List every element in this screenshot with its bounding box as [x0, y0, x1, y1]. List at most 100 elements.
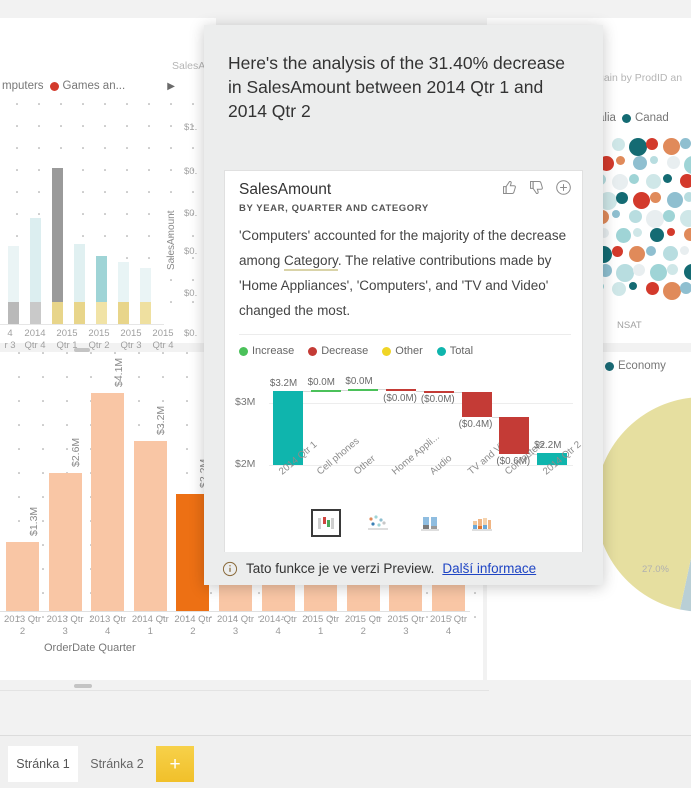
bubble[interactable]	[650, 156, 658, 164]
bubble[interactable]	[684, 192, 691, 202]
legend-item-decrease[interactable]: Decrease	[308, 345, 368, 357]
bubble[interactable]	[616, 156, 625, 165]
data-label: $3.2M	[269, 378, 298, 390]
bubble[interactable]	[629, 174, 639, 184]
bubble[interactable]	[680, 174, 691, 188]
bubble[interactable]	[629, 246, 645, 262]
bar[interactable]	[52, 302, 63, 324]
column-chart-type-button[interactable]	[417, 511, 443, 535]
bubble[interactable]	[650, 264, 667, 281]
bubble[interactable]	[680, 282, 691, 294]
thumbs-up-icon[interactable]	[501, 179, 518, 196]
bar[interactable]	[133, 440, 167, 611]
visual-title-top-left: SalesA	[172, 60, 206, 72]
preview-learn-more-link[interactable]: Další informace	[442, 561, 536, 576]
add-page-button[interactable]: +	[156, 746, 194, 782]
card-body-keyword[interactable]: Category	[284, 253, 338, 271]
page-tab-2[interactable]: Stránka 2	[82, 746, 152, 782]
card-body: 'Computers' accounted for the majority o…	[239, 223, 573, 323]
bar[interactable]	[30, 302, 41, 324]
legend-item-games[interactable]: Games an...	[49, 80, 125, 92]
bubble[interactable]	[616, 264, 634, 282]
bottom-right-legend: Economy	[605, 360, 666, 372]
bubble[interactable]	[667, 192, 683, 208]
bubble[interactable]	[616, 192, 628, 204]
scrollbar-track-bottom	[0, 690, 489, 691]
bubble[interactable]	[633, 192, 650, 209]
bar[interactable]	[52, 168, 63, 302]
bubble[interactable]	[629, 138, 647, 156]
bubble[interactable]	[650, 228, 664, 242]
waterfall-bar[interactable]	[386, 389, 417, 392]
bubble[interactable]	[663, 246, 678, 261]
bar[interactable]	[74, 244, 85, 302]
bubble[interactable]	[680, 210, 691, 227]
bubble[interactable]	[612, 174, 628, 190]
bubble[interactable]	[612, 282, 626, 296]
bubble[interactable]	[646, 174, 661, 189]
bar[interactable]	[140, 268, 151, 302]
chevron-right-icon[interactable]: ▶	[167, 81, 175, 92]
bubble[interactable]	[612, 246, 623, 257]
ribbon-chart-type-button[interactable]	[469, 511, 495, 535]
thumbs-down-icon[interactable]	[528, 179, 545, 196]
bubble[interactable]	[684, 156, 691, 174]
bubble[interactable]	[612, 138, 625, 151]
bubble[interactable]	[646, 210, 664, 228]
bubble[interactable]	[629, 282, 637, 290]
legend-item-increase[interactable]: Increase	[239, 345, 294, 357]
plus-circle-icon[interactable]	[555, 179, 572, 196]
bubble[interactable]	[646, 282, 659, 295]
bubble[interactable]	[680, 246, 689, 255]
bubble[interactable]	[616, 228, 631, 243]
page-tab-1[interactable]: Stránka 1	[8, 746, 78, 782]
bar[interactable]	[96, 302, 107, 324]
bubble[interactable]	[633, 156, 647, 170]
bubble[interactable]	[646, 138, 658, 150]
bar[interactable]	[30, 218, 41, 302]
bubble[interactable]	[646, 246, 656, 256]
bubble[interactable]	[633, 228, 642, 237]
bar[interactable]	[91, 392, 125, 611]
bubble[interactable]	[680, 138, 691, 149]
legend-item-computers[interactable]: mputers	[2, 80, 44, 92]
legend-item-canada[interactable]: Canad	[621, 112, 669, 124]
bar[interactable]	[96, 256, 107, 302]
legend-item-other[interactable]: Other	[382, 345, 423, 357]
bubble[interactable]	[663, 138, 680, 155]
bubble[interactable]	[629, 210, 642, 223]
bar[interactable]	[140, 302, 151, 324]
bar[interactable]	[48, 472, 82, 611]
waterfall-bar[interactable]	[423, 390, 454, 393]
bubble[interactable]	[612, 210, 620, 218]
legend-item-economy[interactable]: Economy	[605, 360, 666, 372]
waterfall-bar[interactable]	[310, 389, 341, 392]
bubble[interactable]	[650, 192, 661, 203]
horizontal-scrollbar-bottom[interactable]	[74, 684, 92, 688]
bar[interactable]	[74, 302, 85, 324]
waterfall-bar[interactable]	[499, 417, 530, 454]
bar[interactable]	[8, 302, 19, 324]
pie-chart[interactable]	[595, 397, 691, 612]
bar[interactable]	[118, 262, 129, 302]
card-action-icons	[501, 179, 572, 196]
bubble[interactable]	[667, 156, 680, 169]
bubble[interactable]	[663, 210, 675, 222]
bar[interactable]	[6, 541, 39, 611]
bubble[interactable]	[663, 282, 681, 300]
legend-item-total[interactable]: Total	[436, 345, 473, 357]
waterfall-bar[interactable]	[348, 389, 379, 392]
bubble[interactable]	[667, 264, 678, 275]
bubble[interactable]	[667, 228, 675, 236]
waterfall-bar[interactable]	[461, 392, 492, 417]
bubble[interactable]	[633, 264, 645, 276]
bubble[interactable]	[663, 174, 672, 183]
bar[interactable]	[8, 246, 19, 302]
pie-slice[interactable]	[595, 397, 691, 610]
scatter-chart-type-button[interactable]	[365, 511, 391, 535]
bubble[interactable]	[684, 228, 691, 241]
bar[interactable]	[118, 302, 129, 324]
waterfall-chart[interactable]: $2M $3M $3.2M 2014 Qtr 1 $0.0M Cell phones $0.…	[233, 371, 584, 501]
waterfall-chart-type-button[interactable]	[310, 509, 341, 537]
bubble[interactable]	[684, 264, 691, 280]
